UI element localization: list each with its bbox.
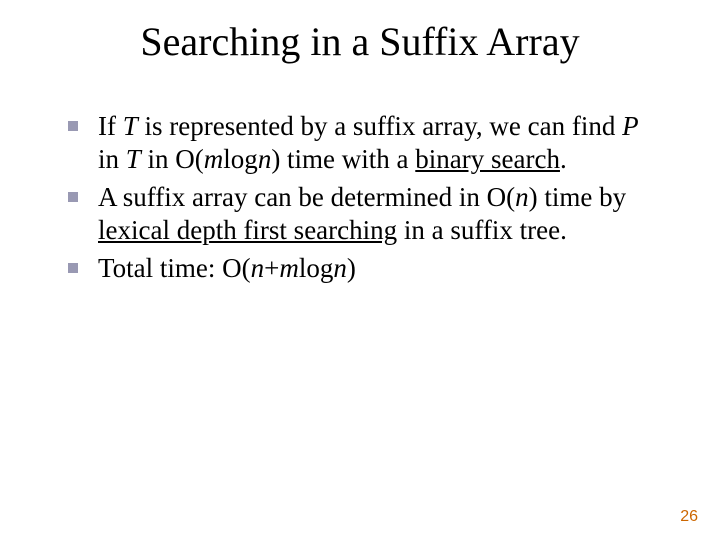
list-item: Total time: O(n+mlogn) xyxy=(60,252,660,285)
text: ) time by xyxy=(529,182,626,212)
text: A suffix array can be determined in O( xyxy=(98,182,515,212)
slide-body: If T is represented by a suffix array, w… xyxy=(60,110,660,289)
text: If xyxy=(98,111,123,141)
text: Total time: O( xyxy=(98,253,251,283)
slide: Searching in a Suffix Array If T is repr… xyxy=(0,0,720,540)
text: ) xyxy=(347,253,356,283)
text: in a suffix tree. xyxy=(397,215,567,245)
text: in xyxy=(98,144,126,174)
text: log xyxy=(223,144,258,174)
var-T: T xyxy=(123,111,138,141)
page-number: 26 xyxy=(680,508,698,526)
text: + xyxy=(264,253,279,283)
var-T: T xyxy=(126,144,141,174)
bullet-icon xyxy=(68,263,78,273)
var-m: m xyxy=(204,144,224,174)
link-binary-search: binary search xyxy=(415,144,560,174)
bullet-icon xyxy=(68,192,78,202)
list-item: A suffix array can be determined in O(n)… xyxy=(60,181,660,248)
var-n: n xyxy=(333,253,347,283)
bullet-icon xyxy=(68,121,78,131)
var-n: n xyxy=(251,253,265,283)
text: ) time with a xyxy=(271,144,415,174)
text: in O( xyxy=(141,144,204,174)
bullet-list: If T is represented by a suffix array, w… xyxy=(60,110,660,285)
text: log xyxy=(299,253,334,283)
var-n: n xyxy=(515,182,529,212)
text: is represented by a suffix array, we can… xyxy=(138,111,622,141)
var-n: n xyxy=(258,144,272,174)
text: . xyxy=(560,144,567,174)
var-m: m xyxy=(279,253,299,283)
link-lexical-dfs: lexical depth first searching xyxy=(98,215,397,245)
var-P: P xyxy=(622,111,639,141)
slide-title: Searching in a Suffix Array xyxy=(0,18,720,65)
list-item: If T is represented by a suffix array, w… xyxy=(60,110,660,177)
